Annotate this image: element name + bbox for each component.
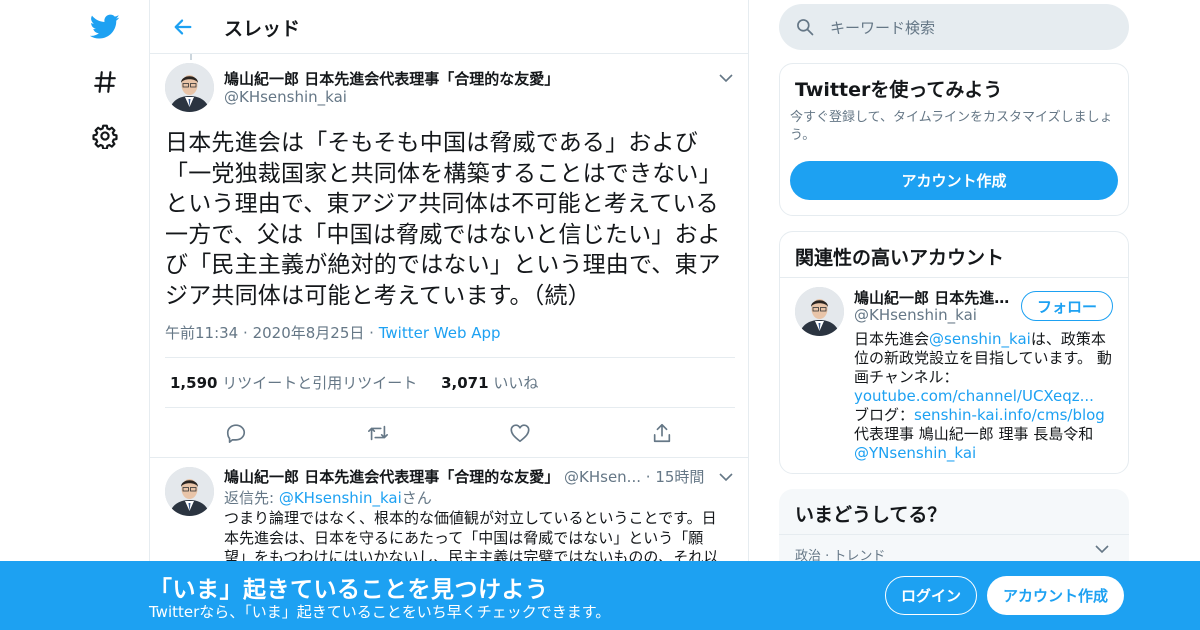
divider (150, 457, 748, 458)
retweet-label: リツイートと引用リツイート (222, 374, 418, 392)
card-title: 関連性の高いアカウント (795, 247, 1005, 269)
meta-separator: · (243, 324, 248, 342)
like-stat[interactable]: 3,071 いいね (441, 374, 538, 392)
card-subtitle: 今すぐ登録して、タイムラインをカスタマイズしましょう。 (790, 110, 1113, 143)
replying-to: 返信先: @KHsenshin_kaiさん (224, 487, 432, 508)
card-title: Twitterを使ってみよう (795, 79, 1003, 101)
search-box[interactable]: キーワード検索 (779, 4, 1129, 50)
tweet-timestamp: 午前11:34 · 2020年8月25日 · Twitter Web App (165, 322, 501, 343)
create-account-button[interactable]: アカウント作成 (790, 161, 1118, 200)
tweet-actions (165, 418, 735, 448)
profile-photo-icon (795, 287, 844, 336)
reply-prefix: 返信先: (224, 489, 279, 507)
bio-text: ブログ： (854, 406, 915, 424)
banner-subtitle: Twitterなら、「いま」起きていることをいち早くチェックできます。 (149, 603, 611, 621)
related-accounts-card: 関連性の高いアカウント 鳩山紀一郎 日本先進会代表理事「合理的な友愛」 @KHs… (779, 231, 1129, 474)
chevron-down-icon[interactable] (1095, 544, 1109, 554)
reply-icon (226, 424, 246, 443)
reply-header: 鳩山紀一郎 日本先進会代表理事「合理的な友愛」 @KHsen... · 15時間 (224, 466, 704, 487)
retweet-icon (368, 425, 388, 441)
reply-text: つまり論理ではなく、根本的な価値観が対立しているということです。日本先進会は、日… (224, 509, 719, 566)
left-nav (80, 0, 130, 630)
divider (780, 277, 1128, 278)
retweet-count: 1,590 (170, 374, 218, 392)
share-button[interactable] (647, 418, 677, 448)
hashtag-icon (94, 71, 116, 93)
back-button[interactable] (168, 12, 198, 42)
avatar[interactable] (795, 287, 844, 336)
tweet-stats: 1,590 リツイートと引用リツイート 3,071 いいね (170, 372, 538, 393)
signup-card: Twitterを使ってみよう 今すぐ登録して、タイムラインをカスタマイズしましょ… (779, 63, 1129, 216)
heart-icon (510, 424, 530, 443)
like-label: いいね (493, 374, 539, 392)
banner-title: 「いま」起きていることを見つけよう (149, 577, 549, 603)
divider (779, 534, 1129, 535)
thread-header: スレッド (150, 0, 748, 54)
profile-photo-icon (165, 467, 214, 516)
retweet-stat[interactable]: 1,590 リツイートと引用リツイート (170, 374, 417, 392)
divider (165, 357, 735, 358)
bio-text: 代表理事 鳩山紀一郎 理事 長島令和 (854, 425, 1094, 443)
follow-button[interactable]: フォロー (1021, 291, 1113, 321)
profile-photo-icon (165, 63, 214, 112)
tweet-menu-button[interactable] (716, 467, 736, 487)
twitter-logo[interactable] (80, 2, 130, 52)
like-count: 3,071 (441, 374, 489, 392)
reply-button[interactable] (221, 418, 251, 448)
author-name[interactable]: 鳩山紀一郎 日本先進会代表理事「合理的な友愛」 (224, 468, 559, 486)
retweet-button[interactable] (363, 418, 393, 448)
chevron-down-icon (719, 473, 733, 482)
search-icon (797, 19, 814, 36)
explore-hashtag-button[interactable] (80, 57, 130, 107)
share-icon (653, 423, 671, 443)
author-handle[interactable]: @KHsenshin_kai (224, 88, 347, 106)
avatar[interactable] (165, 63, 214, 112)
card-title: いまどうしてる？ (795, 504, 947, 526)
reply-to-handle[interactable]: @KHsenshin_kai (279, 489, 402, 507)
settings-button[interactable] (80, 111, 130, 161)
author-name[interactable]: 鳩山紀一郎 日本先進会代表理事「合理的な友愛」 (224, 68, 559, 89)
bio-mention-link[interactable]: @senshin_kai (929, 330, 1031, 348)
tweet-date[interactable]: 2020年8月25日 (253, 324, 365, 342)
meta-separator: · (369, 324, 374, 342)
account-name[interactable]: 鳩山紀一郎 日本先進会代表理事「合理的な友愛」 (854, 287, 1014, 308)
divider (165, 407, 735, 408)
tweet-menu-button[interactable] (716, 68, 736, 88)
page-title: スレッド (224, 18, 301, 40)
tweet-source-link[interactable]: Twitter Web App (379, 324, 501, 342)
twitter-bird-icon (90, 14, 120, 39)
avatar[interactable] (165, 467, 214, 516)
account-bio: 日本先進会@senshin_kaiは、政策本位の新政党設立を目指しています。 動… (854, 330, 1119, 463)
like-button[interactable] (505, 418, 535, 448)
signup-button[interactable]: アカウント作成 (987, 576, 1124, 615)
tweet-text: 日本先進会は「そもそも中国は脅威である」および「一党独裁国家と共同体を構築するこ… (165, 130, 722, 309)
login-button[interactable]: ログイン (885, 576, 977, 615)
tweet-time[interactable]: 午前11:34 (165, 324, 238, 342)
meta-separator: · (645, 468, 651, 486)
bio-youtube-link[interactable]: youtube.com/channel/UCXeqz... (854, 387, 1094, 405)
bio-mention-link[interactable]: @YNsenshin_kai (854, 444, 976, 462)
back-arrow-icon (174, 19, 192, 35)
chevron-down-icon (719, 74, 733, 83)
author-handle[interactable]: @KHsen... (564, 468, 641, 486)
main-column: スレッド 鳩山紀一郎 日本先進会代表理事「合理的な友愛」 @KHsenshin_… (149, 0, 749, 630)
account-handle[interactable]: @KHsenshin_kai (854, 306, 977, 324)
reply-suffix: さん (401, 489, 432, 507)
search-placeholder[interactable]: キーワード検索 (830, 17, 935, 38)
thread-connector (190, 54, 192, 60)
bio-text: 日本先進会 (854, 330, 930, 348)
signup-banner: 「いま」起きていることを見つけよう Twitterなら、「いま」起きていることを… (0, 561, 1200, 630)
tweet-time[interactable]: 15時間 (655, 468, 704, 486)
bio-blog-link[interactable]: senshin-kai.info/cms/blog (914, 406, 1105, 424)
gear-icon (92, 124, 118, 149)
